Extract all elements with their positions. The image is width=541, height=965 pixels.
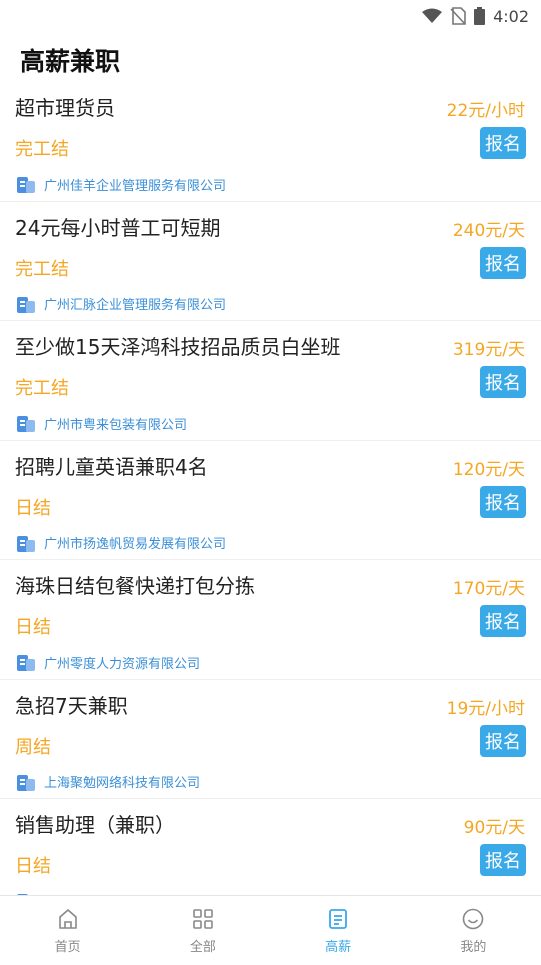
no-sim-icon (450, 7, 466, 25)
job-list-item[interactable]: 至少做15天泽鸿科技招品质员白坐班 319元/天 完工结 报名 广州市粤来包装有… (0, 321, 541, 441)
nav-label: 我的 (460, 940, 487, 955)
company-name: 广州佳羊企业管理服务有限公司 (44, 178, 227, 194)
company-icon (16, 174, 36, 194)
job-settlement: 日结 (15, 497, 51, 519)
nav-label: 全部 (189, 940, 216, 955)
company-name: 上海聚勉网络科技有限公司 (44, 776, 201, 791)
job-title: 至少做15天泽鸿科技招品质员白坐班 (15, 335, 341, 359)
job-salary: 22元/小时 (446, 101, 525, 121)
bottom-nav: 首页 全部 高薪 我的 (0, 895, 541, 965)
list-icon (325, 906, 351, 932)
company-row: 广州零度人力资源有限公司 (16, 652, 200, 672)
company-row: 广州汇脉企业管理服务有限公司 (16, 294, 226, 314)
apply-button[interactable]: 报名 (480, 605, 526, 637)
company-name: 广州市粤来包装有限公司 (44, 417, 188, 433)
job-title: 招聘儿童英语兼职4名 (15, 454, 208, 479)
company-icon (16, 294, 36, 314)
company-row: 广州市扬逸帆贸易发展有限公司 (16, 533, 226, 553)
job-settlement: 周结 (15, 736, 51, 758)
job-settlement: 完工结 (15, 258, 69, 280)
job-settlement: 日结 (15, 617, 51, 638)
job-settlement: 完工结 (15, 378, 69, 399)
job-list-item[interactable]: 24元每小时普工可短期 240元/天 完工结 报名 广州汇脉企业管理服务有限公司 (0, 202, 541, 321)
job-list-item[interactable]: 超市理货员 22元/小时 完工结 报名 广州佳羊企业管理服务有限公司 (0, 82, 541, 202)
job-salary: 90元/天 (463, 818, 525, 838)
job-list-item[interactable]: 销售助理（兼职） 90元/天 日结 报名 广州思韵科技有限公司 (0, 799, 541, 895)
job-salary: 19元/小时 (446, 698, 525, 719)
home-icon (55, 906, 81, 932)
company-name: 广州零度人力资源有限公司 (44, 656, 201, 672)
job-settlement: 日结 (15, 856, 51, 877)
company-icon (16, 413, 36, 433)
apply-button[interactable]: 报名 (480, 127, 526, 159)
job-salary: 240元/天 (452, 220, 525, 241)
job-salary: 319元/天 (452, 340, 525, 360)
page-title: 高薪兼职 (20, 47, 121, 76)
job-title: 销售助理（兼职） (15, 813, 175, 837)
company-name: 广州汇脉企业管理服务有限公司 (44, 298, 227, 313)
company-icon (16, 533, 36, 553)
nav-label: 高薪 (325, 940, 352, 955)
smile-icon (460, 906, 486, 932)
job-list: 超市理货员 22元/小时 完工结 报名 广州佳羊企业管理服务有限公司 24元每小… (0, 82, 541, 895)
nav-item-all[interactable]: 全部 (135, 896, 270, 965)
grid-icon (190, 906, 216, 932)
company-icon (16, 772, 36, 792)
company-icon (16, 652, 36, 672)
nav-item-high-pay[interactable]: 高薪 (271, 896, 406, 965)
job-salary: 170元/天 (452, 579, 525, 599)
apply-button[interactable]: 报名 (480, 844, 526, 876)
job-settlement: 完工结 (15, 139, 69, 160)
job-list-item[interactable]: 海珠日结包餐快递打包分拣 170元/天 日结 报名 广州零度人力资源有限公司 (0, 560, 541, 680)
job-list-item[interactable]: 招聘儿童英语兼职4名 120元/天 日结 报名 广州市扬逸帆贸易发展有限公司 (0, 441, 541, 560)
company-name: 广州市扬逸帆贸易发展有限公司 (44, 537, 227, 552)
status-bar: 4:02 (0, 0, 541, 32)
apply-button[interactable]: 报名 (480, 366, 526, 398)
company-row: 上海聚勉网络科技有限公司 (16, 772, 200, 792)
apply-button[interactable]: 报名 (480, 485, 526, 518)
job-title: 超市理货员 (15, 96, 115, 120)
company-row: 广州佳羊企业管理服务有限公司 (16, 174, 226, 194)
job-title: 24元每小时普工可短期 (15, 215, 221, 240)
job-title: 海珠日结包餐快递打包分拣 (15, 574, 255, 598)
job-title: 急招7天兼职 (15, 693, 128, 718)
nav-item-mine[interactable]: 我的 (406, 896, 541, 965)
apply-button[interactable]: 报名 (480, 246, 526, 279)
apply-button[interactable]: 报名 (480, 724, 526, 757)
battery-icon (474, 7, 486, 25)
nav-label: 首页 (54, 940, 81, 955)
nav-item-home[interactable]: 首页 (0, 896, 135, 965)
wifi-icon (422, 8, 443, 24)
job-list-item[interactable]: 急招7天兼职 19元/小时 周结 报名 上海聚勉网络科技有限公司 (0, 680, 541, 799)
job-salary: 120元/天 (452, 459, 525, 480)
status-time: 4:02 (493, 6, 529, 26)
company-row: 广州市粤来包装有限公司 (16, 413, 187, 433)
